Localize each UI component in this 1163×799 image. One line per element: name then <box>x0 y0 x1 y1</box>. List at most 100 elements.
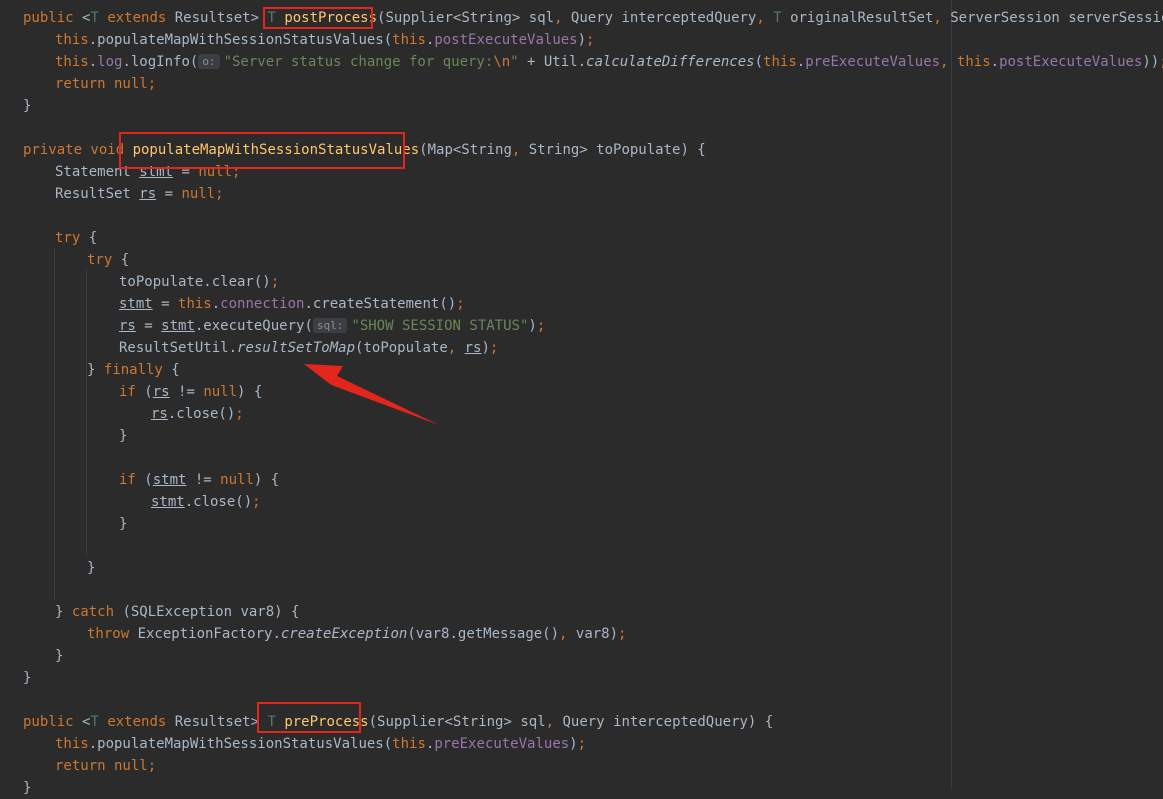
code-line[interactable]: rs = stmt.executeQuery(sql: "SHOW SESSION… <box>119 315 545 337</box>
code-line[interactable]: return null; <box>55 755 156 777</box>
code-line[interactable]: stmt = this.connection.createStatement()… <box>119 293 465 315</box>
code-token: (Map<String <box>419 142 512 158</box>
code-token: } <box>23 670 32 686</box>
code-token: preExecuteValues <box>434 736 570 752</box>
code-line[interactable]: ResultSetUtil.resultSetToMap(toPopulate,… <box>119 337 498 359</box>
code-line[interactable]: } <box>23 777 31 799</box>
code-token: this <box>392 32 426 48</box>
code-token: , <box>756 10 774 26</box>
code-token: .executeQuery( <box>194 318 313 334</box>
code-token: T <box>90 10 99 26</box>
code-token: ) <box>569 736 578 752</box>
code-token: return null <box>55 758 148 774</box>
code-token: if <box>119 472 145 488</box>
code-token: ServerSession serverSession) { <box>950 10 1163 26</box>
code-line[interactable]: this.log.logInfo(o: "Server status change… <box>55 51 1163 73</box>
code-line[interactable]: stmt.close(); <box>151 491 261 513</box>
code-line[interactable]: public <T extends Resultset> T postProce… <box>23 7 1163 29</box>
code-line[interactable]: rs.close(); <box>151 403 244 425</box>
code-line[interactable]: this.populateMapWithSessionStatusValues(… <box>55 29 594 51</box>
parameter-hint: o: <box>198 54 220 69</box>
code-token: "SHOW SESSION STATUS" <box>351 318 529 334</box>
code-token: = <box>135 318 162 334</box>
code-line[interactable]: } <box>87 557 95 579</box>
highlight-box-postprocess <box>263 7 373 29</box>
code-line[interactable]: } finally { <box>87 359 180 381</box>
highlight-box-preprocess <box>257 702 361 733</box>
code-line[interactable]: throw ExceptionFactory.createException(v… <box>87 623 626 645</box>
code-editor[interactable]: public <T extends Resultset> T postProce… <box>0 0 1163 796</box>
code-line[interactable]: this.populateMapWithSessionStatusValues(… <box>55 733 586 755</box>
code-line[interactable]: } <box>119 425 127 447</box>
code-token: postExecuteValues <box>434 32 578 48</box>
code-token: , <box>447 340 465 356</box>
code-token: ) <box>481 340 490 356</box>
code-line[interactable]: } <box>55 645 63 667</box>
code-token: ) <box>528 318 537 334</box>
code-token: try <box>55 230 89 246</box>
code-line[interactable]: return null; <box>55 73 156 95</box>
arrow-shape <box>304 364 439 425</box>
code-line[interactable]: public <T extends Resultset> T preProces… <box>23 711 773 733</box>
code-token: .close() <box>167 406 236 422</box>
code-line[interactable]: } <box>119 513 127 535</box>
code-token: resultSetToMap <box>237 340 356 356</box>
code-line[interactable]: try { <box>55 227 97 249</box>
code-token: stmt <box>119 296 153 312</box>
code-token: } <box>87 362 104 378</box>
code-token: stmt <box>151 494 185 510</box>
code-token: log <box>97 54 123 70</box>
code-token: } <box>87 560 96 576</box>
code-token: Resultset> <box>174 10 268 26</box>
code-token: != <box>186 472 221 488</box>
code-line[interactable]: } <box>23 95 31 117</box>
code-token: (Supplier<String> sql <box>377 10 555 26</box>
code-token: try <box>87 252 121 268</box>
code-token: createException <box>280 626 408 642</box>
code-line[interactable]: } <box>23 667 31 689</box>
code-token: ) <box>577 32 587 48</box>
code-token: rs <box>464 340 482 356</box>
code-token: catch <box>71 604 123 620</box>
code-line[interactable]: if (stmt != null) { <box>119 469 279 491</box>
code-token: null <box>220 472 254 488</box>
code-token: , <box>545 714 563 730</box>
code-token: ; <box>456 296 465 312</box>
code-token: ( <box>144 472 153 488</box>
code-token: . <box>990 54 1000 70</box>
code-token: Resultset> <box>174 714 268 730</box>
code-line[interactable]: if (rs != null) { <box>119 381 262 403</box>
code-line[interactable]: toPopulate.clear(); <box>119 271 279 293</box>
code-token: ; <box>489 340 499 356</box>
code-line[interactable]: } catch (SQLException var8) { <box>55 601 299 623</box>
code-token: ( <box>754 54 764 70</box>
indent-guide <box>54 248 55 600</box>
code-token: rs <box>139 186 157 202</box>
code-token: } <box>55 648 64 664</box>
code-token: stmt <box>161 318 195 334</box>
code-token: connection <box>220 296 305 312</box>
code-token: ; <box>536 318 546 334</box>
code-token: preExecuteValues <box>805 54 941 70</box>
code-token: this <box>763 54 797 70</box>
code-line[interactable]: try { <box>87 249 129 271</box>
code-token: , <box>940 54 957 70</box>
code-token: ; <box>147 758 157 774</box>
code-token: = <box>152 296 179 312</box>
code-token: Query interceptedQuery) { <box>562 714 774 730</box>
code-token: = <box>156 186 182 202</box>
code-token: (toPopulate <box>355 340 448 356</box>
code-token: { <box>120 252 130 268</box>
code-token: , <box>554 10 571 26</box>
code-token: extends <box>98 10 175 26</box>
code-token: stmt <box>152 472 187 488</box>
highlight-box-populate-method <box>119 132 405 169</box>
code-line[interactable]: ResultSet rs = null; <box>55 183 224 205</box>
code-token: private void <box>23 142 133 158</box>
code-token: , <box>933 10 951 26</box>
code-token: rs <box>151 406 168 422</box>
parameter-hint: sql: <box>312 318 348 333</box>
code-token: )) <box>1142 54 1160 70</box>
code-token: throw <box>87 626 138 642</box>
code-token: this <box>178 296 212 312</box>
